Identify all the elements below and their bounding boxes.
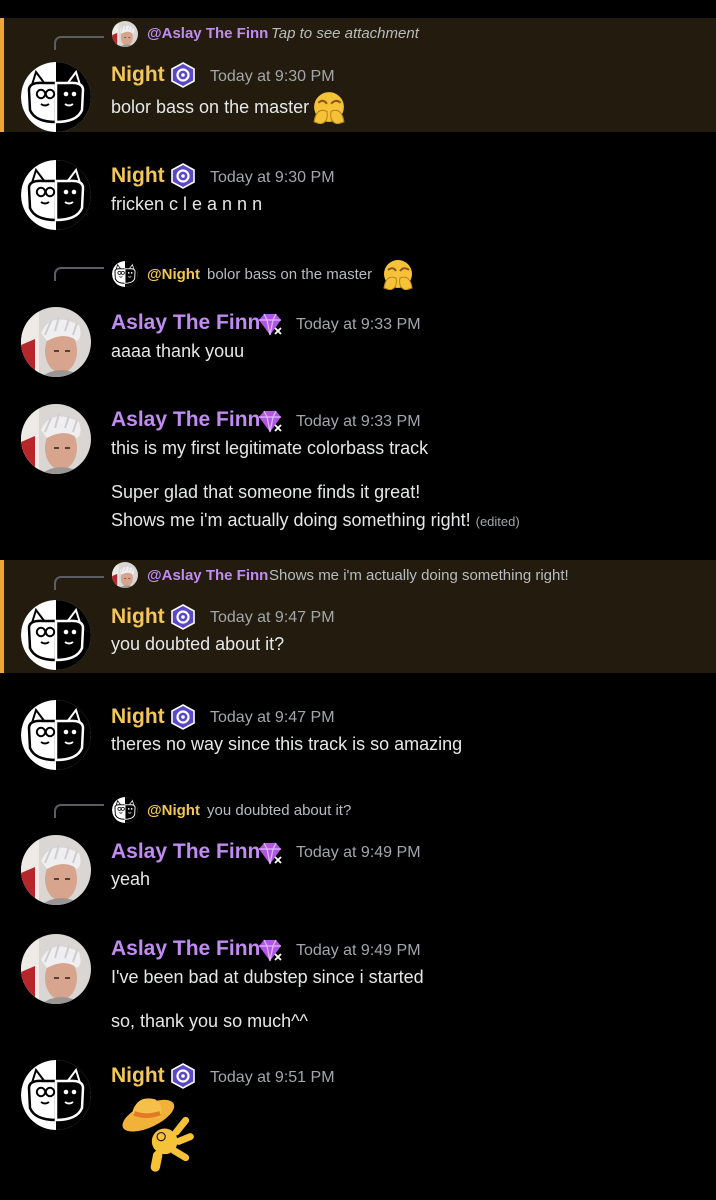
timestamp: Today at 9:47 PM	[210, 709, 335, 726]
avatar[interactable]	[21, 835, 91, 905]
author-name[interactable]: Aslay The Finn	[111, 840, 260, 864]
nitro-gem-icon[interactable]	[257, 937, 283, 963]
message[interactable]: Night Today at 9:30 PM fricken c l e a n…	[0, 150, 716, 230]
message-text: so, thank you so much^^	[111, 1011, 308, 1031]
message[interactable]: @Night bolor bass on the master Aslay Th…	[0, 258, 716, 378]
reply-mention[interactable]: @Aslay The Finn	[147, 567, 268, 584]
message-text: I've been bad at dubstep since i started	[111, 967, 424, 987]
reply-connector	[54, 267, 104, 281]
sweating-face-emoji	[313, 91, 345, 124]
avatar[interactable]	[21, 404, 91, 474]
avatar[interactable]	[21, 700, 91, 770]
author-name[interactable]: Night	[111, 605, 165, 629]
edited-label: (edited)	[475, 514, 520, 529]
message-text: yeah	[111, 869, 151, 889]
message[interactable]: Aslay The Finn Today at 9:49 PM I've bee…	[0, 925, 716, 1045]
reply-mention[interactable]: @Aslay The Finn	[147, 25, 268, 42]
sweating-face-emoji	[383, 259, 413, 290]
reply-connector	[54, 36, 104, 50]
reply-avatar[interactable]	[112, 261, 138, 287]
author-name[interactable]: Aslay The Finn	[111, 937, 260, 961]
reply-connector	[54, 804, 104, 818]
message-text: aaaa thank youu	[111, 341, 245, 361]
avatar[interactable]	[21, 62, 91, 132]
author-name[interactable]: Night	[111, 705, 165, 729]
message-text: fricken c l e a n n n	[111, 194, 263, 214]
message-text: bolor bass on the master	[111, 97, 310, 117]
avatar[interactable]	[21, 307, 91, 377]
message-text: this is my first legitimate colorbass tr…	[111, 438, 429, 458]
timestamp: Today at 9:49 PM	[296, 942, 421, 959]
avatar[interactable]	[21, 600, 91, 670]
author-name[interactable]: Aslay The Finn	[111, 408, 260, 432]
reply-preview-text[interactable]: bolor bass on the master	[207, 266, 372, 283]
reply-mention[interactable]: @Night	[147, 802, 200, 819]
message[interactable]: Aslay The Finn Today at 9:33 PM this is …	[0, 395, 716, 545]
reply-avatar[interactable]	[112, 21, 138, 47]
cowboy-hat-ok-emoji	[111, 1090, 195, 1174]
timestamp: Today at 9:33 PM	[296, 413, 421, 430]
message-text: Super glad that someone finds it great!	[111, 482, 421, 502]
reply-connector	[54, 576, 104, 590]
nitro-gem-icon[interactable]	[257, 840, 283, 866]
message[interactable]: Night Today at 9:51 PM	[0, 1050, 716, 1200]
nitro-gem-icon[interactable]	[257, 408, 283, 434]
timestamp: Today at 9:30 PM	[210, 68, 335, 85]
reply-mention[interactable]: @Night	[147, 266, 200, 283]
avatar[interactable]	[21, 1060, 91, 1130]
hexagon-badge-icon[interactable]	[170, 62, 196, 88]
avatar[interactable]	[21, 934, 91, 1004]
message-text: Shows me i'm actually doing something ri…	[111, 510, 471, 530]
author-name[interactable]: Night	[111, 63, 165, 87]
message[interactable]: @Aslay The Finn Shows me i'm actually do…	[0, 560, 716, 673]
reply-avatar[interactable]	[112, 797, 138, 823]
hexagon-badge-icon[interactable]	[170, 604, 196, 630]
nitro-gem-icon[interactable]	[257, 311, 283, 337]
message-text: you doubted about it?	[111, 634, 285, 654]
message[interactable]: @Night you doubted about it? Aslay The F…	[0, 795, 716, 915]
author-name[interactable]: Night	[111, 1064, 165, 1088]
hexagon-badge-icon[interactable]	[170, 163, 196, 189]
message-text-edited: Shows me i'm actually doing something ri…	[111, 510, 520, 531]
avatar[interactable]	[21, 160, 91, 230]
timestamp: Today at 9:47 PM	[210, 609, 335, 626]
hexagon-badge-icon[interactable]	[170, 704, 196, 730]
timestamp: Today at 9:33 PM	[296, 316, 421, 333]
reply-preview-text[interactable]: you doubted about it?	[207, 802, 351, 819]
timestamp: Today at 9:51 PM	[210, 1069, 335, 1086]
author-name[interactable]: Night	[111, 164, 165, 188]
reply-preview-text[interactable]: Shows me i'm actually doing something ri…	[269, 567, 569, 584]
reply-avatar[interactable]	[112, 562, 138, 588]
timestamp: Today at 9:49 PM	[296, 844, 421, 861]
message[interactable]: @Aslay The Finn Tap to see attachment Ni…	[0, 18, 716, 132]
timestamp: Today at 9:30 PM	[210, 169, 335, 186]
reply-preview-text[interactable]: Tap to see attachment	[271, 25, 419, 42]
message-text: theres no way since this track is so ama…	[111, 734, 463, 754]
hexagon-badge-icon[interactable]	[170, 1063, 196, 1089]
message[interactable]: Night Today at 9:47 PM theres no way sin…	[0, 690, 716, 780]
author-name[interactable]: Aslay The Finn	[111, 311, 260, 335]
